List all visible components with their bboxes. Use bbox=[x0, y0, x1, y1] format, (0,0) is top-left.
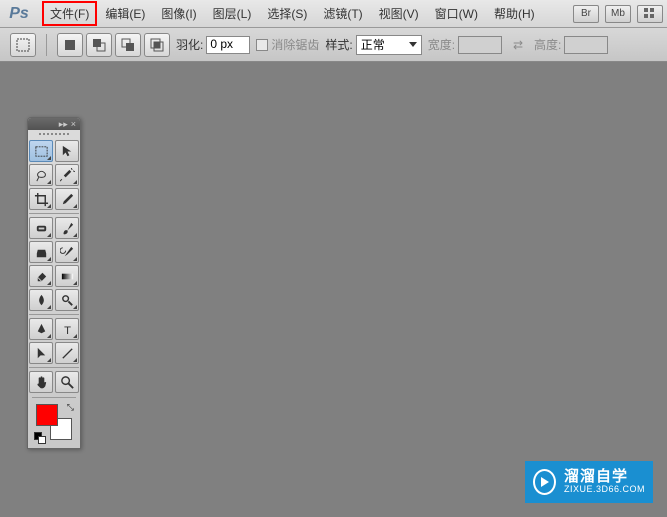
move-tool[interactable] bbox=[55, 140, 79, 162]
collapse-icon: ▸▸ bbox=[59, 119, 68, 130]
hand-tool[interactable] bbox=[29, 371, 53, 393]
intersect-selection-button[interactable] bbox=[144, 33, 170, 57]
gradient-tool[interactable] bbox=[55, 265, 79, 287]
menu-file[interactable]: 文件(F) bbox=[42, 1, 97, 26]
brush-tool[interactable] bbox=[55, 217, 79, 239]
history-brush-tool[interactable] bbox=[55, 241, 79, 263]
dodge-tool[interactable] bbox=[55, 289, 79, 311]
watermark-title: 溜溜自学 bbox=[564, 469, 645, 486]
height-label: 高度: bbox=[534, 36, 561, 53]
options-bar: 羽化: 0 px 消除锯齿 样式: 正常 宽度: ⇄ 高度: bbox=[0, 28, 667, 62]
type-tool[interactable]: T bbox=[55, 318, 79, 340]
tool-separator bbox=[29, 367, 79, 368]
antialias-label: 消除锯齿 bbox=[271, 36, 319, 53]
style-label: 样式: bbox=[325, 36, 352, 53]
eyedropper-tool[interactable] bbox=[55, 188, 79, 210]
menu-filter[interactable]: 滤镜(T) bbox=[315, 1, 370, 26]
svg-text:T: T bbox=[64, 325, 71, 337]
feather-group: 羽化: 0 px bbox=[176, 36, 250, 54]
screen-mode-button[interactable] bbox=[637, 5, 663, 23]
default-colors-icon[interactable] bbox=[34, 432, 46, 444]
color-swatches: ⤡ bbox=[28, 400, 80, 448]
menu-bar: Ps 文件(F) 编辑(E) 图像(I) 图层(L) 选择(S) 滤镜(T) 视… bbox=[0, 0, 667, 28]
zoom-tool[interactable] bbox=[55, 371, 79, 393]
app-logo: Ps bbox=[4, 4, 34, 24]
tool-separator bbox=[32, 397, 76, 398]
menu-window[interactable]: 窗口(W) bbox=[427, 1, 486, 26]
menu-view[interactable]: 视图(V) bbox=[371, 1, 427, 26]
pen-tool[interactable] bbox=[29, 318, 53, 340]
feather-label: 羽化: bbox=[176, 36, 203, 53]
line-tool[interactable] bbox=[55, 342, 79, 364]
width-input bbox=[458, 36, 502, 54]
close-icon: × bbox=[71, 119, 76, 129]
play-icon bbox=[533, 469, 556, 495]
subtract-selection-button[interactable] bbox=[115, 33, 141, 57]
tool-grid: T bbox=[28, 138, 80, 395]
menu-image[interactable]: 图像(I) bbox=[153, 1, 204, 26]
healing-brush-tool[interactable] bbox=[29, 217, 53, 239]
height-input bbox=[564, 36, 608, 54]
lasso-tool[interactable] bbox=[29, 164, 53, 186]
separator bbox=[46, 34, 47, 56]
bridge-button[interactable]: Br bbox=[573, 5, 599, 23]
width-group: 宽度: bbox=[428, 36, 502, 54]
tool-separator bbox=[29, 213, 79, 214]
menu-edit[interactable]: 编辑(E) bbox=[97, 1, 153, 26]
foreground-color-swatch[interactable] bbox=[36, 404, 58, 426]
tool-separator bbox=[29, 314, 79, 315]
path-selection-tool[interactable] bbox=[29, 342, 53, 364]
new-selection-button[interactable] bbox=[57, 33, 83, 57]
add-selection-button[interactable] bbox=[86, 33, 112, 57]
menu-help[interactable]: 帮助(H) bbox=[486, 1, 543, 26]
eraser-tool[interactable] bbox=[29, 265, 53, 287]
menu-select[interactable]: 选择(S) bbox=[259, 1, 315, 26]
chevron-down-icon bbox=[409, 42, 417, 47]
crop-tool[interactable] bbox=[29, 188, 53, 210]
menu-right-group: Br Mb bbox=[573, 5, 663, 23]
menu-layer[interactable]: 图层(L) bbox=[205, 1, 260, 26]
tool-panel-header[interactable]: ▸▸ × bbox=[28, 118, 80, 130]
minibridge-button[interactable]: Mb bbox=[605, 5, 631, 23]
antialias-checkbox[interactable] bbox=[256, 39, 268, 51]
style-select[interactable]: 正常 bbox=[356, 35, 422, 55]
active-tool-indicator[interactable] bbox=[10, 33, 36, 57]
watermark: 溜溜自学 ZIXUE.3D66.COM bbox=[525, 461, 653, 503]
watermark-url: ZIXUE.3D66.COM bbox=[564, 485, 645, 495]
swap-colors-icon[interactable]: ⤡ bbox=[67, 402, 74, 413]
swap-dimensions-button: ⇄ bbox=[508, 36, 528, 54]
style-value: 正常 bbox=[361, 36, 385, 53]
blur-tool[interactable] bbox=[29, 289, 53, 311]
selection-mode-group bbox=[57, 33, 170, 57]
feather-input[interactable]: 0 px bbox=[206, 36, 250, 54]
style-group: 样式: 正常 bbox=[325, 35, 421, 55]
height-group: 高度: bbox=[534, 36, 608, 54]
tool-panel: ▸▸ × T ⤡ bbox=[27, 117, 81, 449]
panel-grip[interactable] bbox=[28, 130, 80, 138]
clone-stamp-tool[interactable] bbox=[29, 241, 53, 263]
antialias-group: 消除锯齿 bbox=[256, 36, 319, 53]
rectangular-marquee-tool[interactable] bbox=[29, 140, 53, 162]
magic-wand-tool[interactable] bbox=[55, 164, 79, 186]
width-label: 宽度: bbox=[428, 36, 455, 53]
